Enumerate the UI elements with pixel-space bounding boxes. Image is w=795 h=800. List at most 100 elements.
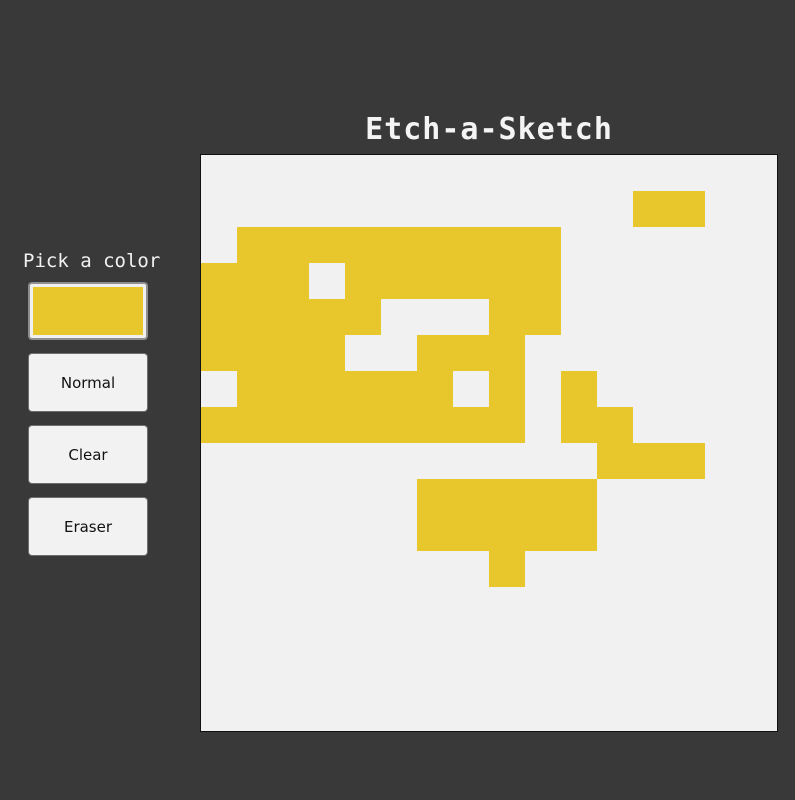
grid-cell[interactable]	[453, 371, 489, 407]
grid-cell[interactable]	[237, 479, 273, 515]
grid-cell[interactable]	[381, 191, 417, 227]
grid-cell[interactable]	[453, 515, 489, 551]
grid-cell[interactable]	[561, 263, 597, 299]
grid-cell[interactable]	[417, 515, 453, 551]
color-picker[interactable]	[28, 282, 148, 340]
grid-cell[interactable]	[525, 263, 561, 299]
grid-cell[interactable]	[201, 551, 237, 587]
grid-cell[interactable]	[237, 551, 273, 587]
grid-cell[interactable]	[597, 191, 633, 227]
grid-cell[interactable]	[237, 623, 273, 659]
grid-cell[interactable]	[345, 191, 381, 227]
grid-cell[interactable]	[633, 695, 669, 731]
grid-cell[interactable]	[273, 551, 309, 587]
grid-cell[interactable]	[597, 695, 633, 731]
grid-cell[interactable]	[237, 227, 273, 263]
grid-cell[interactable]	[201, 443, 237, 479]
grid-cell[interactable]	[561, 695, 597, 731]
grid-cell[interactable]	[273, 263, 309, 299]
grid-cell[interactable]	[417, 191, 453, 227]
grid-cell[interactable]	[381, 623, 417, 659]
grid-cell[interactable]	[381, 227, 417, 263]
grid-cell[interactable]	[345, 155, 381, 191]
grid-cell[interactable]	[561, 335, 597, 371]
grid-cell[interactable]	[309, 299, 345, 335]
grid-cell[interactable]	[705, 479, 741, 515]
grid-cell[interactable]	[201, 479, 237, 515]
grid-cell[interactable]	[705, 263, 741, 299]
grid-cell[interactable]	[741, 515, 777, 551]
grid-cell[interactable]	[525, 443, 561, 479]
grid-cell[interactable]	[381, 695, 417, 731]
grid-cell[interactable]	[345, 263, 381, 299]
grid-cell[interactable]	[201, 371, 237, 407]
grid-cell[interactable]	[345, 515, 381, 551]
grid-cell[interactable]	[633, 479, 669, 515]
grid-cell[interactable]	[201, 623, 237, 659]
grid-cell[interactable]	[309, 443, 345, 479]
grid-cell[interactable]	[381, 155, 417, 191]
grid-cell[interactable]	[597, 299, 633, 335]
grid-cell[interactable]	[273, 371, 309, 407]
grid-cell[interactable]	[345, 443, 381, 479]
grid-cell[interactable]	[273, 443, 309, 479]
grid-cell[interactable]	[741, 551, 777, 587]
grid-cell[interactable]	[669, 479, 705, 515]
grid-cell[interactable]	[525, 551, 561, 587]
grid-cell[interactable]	[273, 659, 309, 695]
grid-cell[interactable]	[489, 659, 525, 695]
grid-cell[interactable]	[669, 155, 705, 191]
grid-cell[interactable]	[561, 227, 597, 263]
grid-cell[interactable]	[741, 335, 777, 371]
grid-cell[interactable]	[669, 227, 705, 263]
grid-cell[interactable]	[669, 191, 705, 227]
grid-cell[interactable]	[525, 155, 561, 191]
grid-cell[interactable]	[597, 551, 633, 587]
grid-cell[interactable]	[381, 515, 417, 551]
grid-cell[interactable]	[345, 695, 381, 731]
grid-cell[interactable]	[237, 191, 273, 227]
grid-cell[interactable]	[309, 335, 345, 371]
grid-cell[interactable]	[741, 227, 777, 263]
grid-cell[interactable]	[669, 623, 705, 659]
grid-cell[interactable]	[273, 407, 309, 443]
grid-cell[interactable]	[705, 695, 741, 731]
grid-cell[interactable]	[489, 263, 525, 299]
grid-cell[interactable]	[345, 335, 381, 371]
grid-cell[interactable]	[525, 659, 561, 695]
grid-cell[interactable]	[453, 659, 489, 695]
grid-cell[interactable]	[561, 407, 597, 443]
grid-cell[interactable]	[669, 443, 705, 479]
grid-cell[interactable]	[741, 695, 777, 731]
grid-cell[interactable]	[525, 191, 561, 227]
grid-cell[interactable]	[309, 695, 345, 731]
grid-cell[interactable]	[525, 479, 561, 515]
grid-cell[interactable]	[273, 587, 309, 623]
clear-button[interactable]: Clear	[28, 425, 148, 484]
grid-cell[interactable]	[597, 155, 633, 191]
grid-cell[interactable]	[597, 443, 633, 479]
grid-cell[interactable]	[525, 587, 561, 623]
grid-cell[interactable]	[525, 299, 561, 335]
grid-cell[interactable]	[525, 623, 561, 659]
grid-cell[interactable]	[561, 515, 597, 551]
grid-cell[interactable]	[417, 695, 453, 731]
grid-cell[interactable]	[273, 155, 309, 191]
grid-cell[interactable]	[237, 659, 273, 695]
grid-cell[interactable]	[381, 407, 417, 443]
grid-cell[interactable]	[381, 335, 417, 371]
grid-cell[interactable]	[741, 191, 777, 227]
grid-cell[interactable]	[489, 587, 525, 623]
grid-cell[interactable]	[597, 479, 633, 515]
grid-cell[interactable]	[669, 695, 705, 731]
grid-cell[interactable]	[705, 227, 741, 263]
grid-cell[interactable]	[705, 551, 741, 587]
sketch-board[interactable]	[200, 154, 778, 732]
grid-cell[interactable]	[489, 515, 525, 551]
grid-cell[interactable]	[237, 407, 273, 443]
grid-cell[interactable]	[705, 443, 741, 479]
grid-cell[interactable]	[597, 515, 633, 551]
grid-cell[interactable]	[561, 155, 597, 191]
grid-cell[interactable]	[309, 191, 345, 227]
grid-cell[interactable]	[633, 407, 669, 443]
